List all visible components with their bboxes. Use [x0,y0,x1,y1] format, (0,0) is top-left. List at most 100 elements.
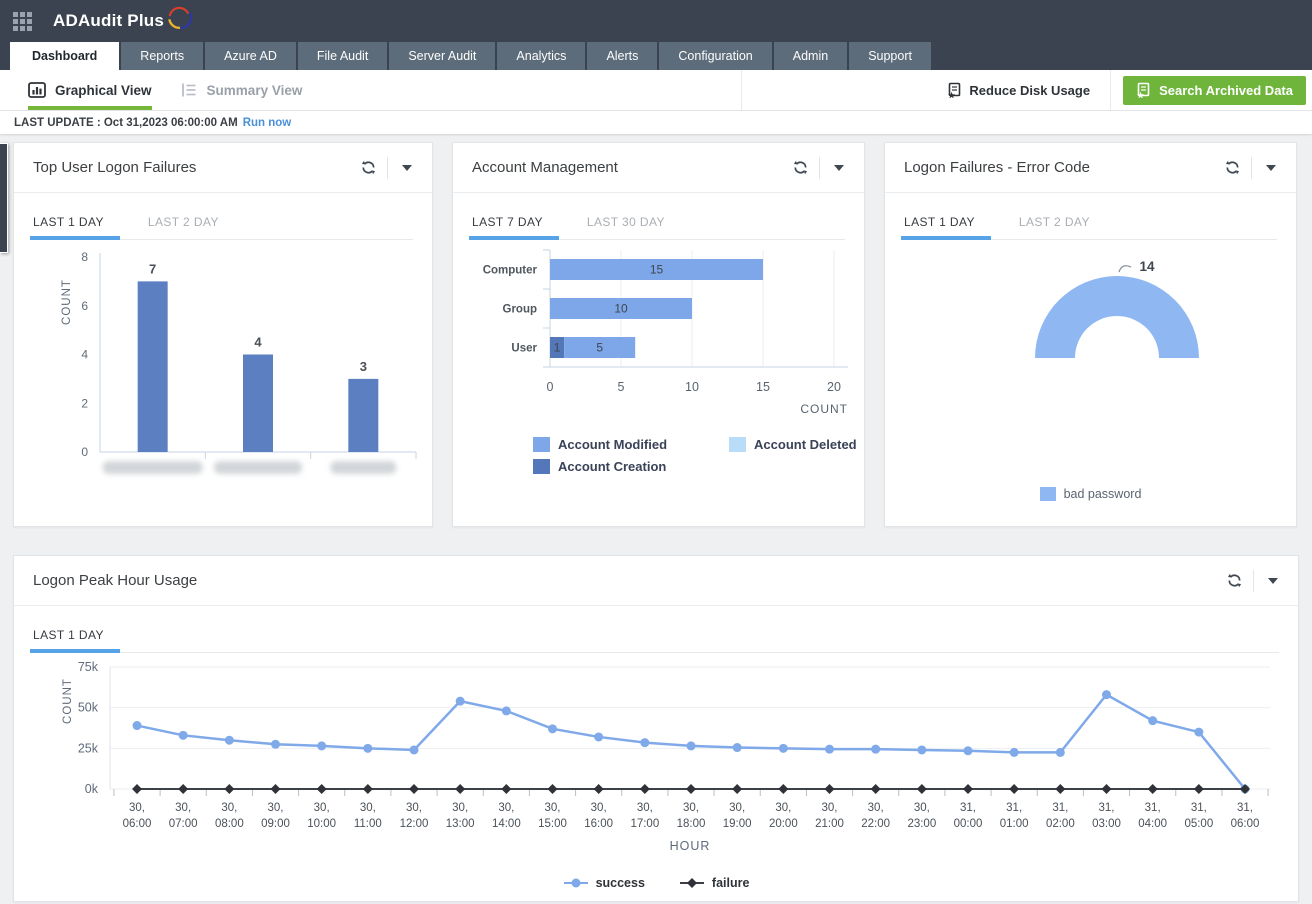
nav-tab-file-audit[interactable]: File Audit [298,42,387,70]
legend-item-account-creation[interactable]: Account Creation [533,459,667,474]
nav-tab-analytics[interactable]: Analytics [497,42,585,70]
card-tab-last-30-day[interactable]: LAST 30 DAY [587,207,665,239]
nav-tab-server-audit[interactable]: Server Audit [389,42,495,70]
legend-item-failure[interactable]: failure [679,876,750,890]
circle-marker-icon [563,877,589,889]
redacted-category-label [330,461,396,474]
view-switcher: Graphical View Summary View [0,70,302,110]
svg-text:06:00: 06:00 [123,818,152,830]
chevron-down-icon[interactable] [826,155,852,181]
legend-label: Account Creation [558,459,666,474]
dashboard-main: Top User Logon Failures LAST 1 DAYLAST 2… [0,134,1312,902]
card-logon-peak-hour-usage: Logon Peak Hour Usage LAST 1 DAY 0k25k50… [13,555,1299,902]
svg-text:0k: 0k [85,782,99,796]
donut-chart: 14 bad password [885,240,1296,501]
donut-chart-svg: 14 [885,240,1294,470]
nav-tab-configuration[interactable]: Configuration [659,42,771,70]
card-header: Logon Failures - Error Code [885,143,1296,193]
vertical-bar-chart: 02468COUNT743 [14,240,432,487]
legend-swatch [729,437,746,452]
nav-tab-alerts[interactable]: Alerts [587,42,657,70]
chevron-down-icon[interactable] [1258,155,1284,181]
side-panel-handle[interactable] [0,143,8,253]
nav-tab-reports[interactable]: Reports [121,42,203,70]
divider [741,70,742,110]
svg-text:06:00: 06:00 [1231,818,1260,830]
chart-legend: Account Modified Account Deleted Account C… [453,437,864,474]
svg-text:30,: 30, [775,802,791,814]
card-tab-last-7-day[interactable]: LAST 7 DAY [472,207,543,239]
card-tab-last-1-day[interactable]: LAST 1 DAY [904,207,975,239]
svg-text:08:00: 08:00 [215,818,244,830]
svg-text:4: 4 [254,335,262,350]
horizontal-bar-chart: 05101520COUNTComputer15Group10User15Acco… [453,240,864,474]
legend-label: Account Deleted [754,437,857,452]
card-tab-last-1-day[interactable]: LAST 1 DAY [33,207,104,239]
refresh-icon[interactable] [1221,568,1247,594]
svg-text:8: 8 [81,250,88,264]
chart-legend: success failure [14,876,1298,890]
run-now-link[interactable]: Run now [243,117,292,129]
refresh-icon[interactable] [1219,155,1245,181]
divider [387,157,388,179]
chart-legend: bad password [885,487,1296,501]
series-failure [132,784,1250,794]
view-tab-summary-view[interactable]: Summary View [180,70,303,110]
svg-text:1: 1 [554,341,561,355]
svg-text:30,: 30, [591,802,607,814]
reduce-disk-usage-button[interactable]: ★ Reduce Disk Usage [947,82,1090,98]
svg-text:30,: 30, [175,802,191,814]
series-success [133,690,1250,793]
nav-tab-dashboard[interactable]: Dashboard [10,42,119,70]
nav-tab-azure-ad[interactable]: Azure AD [205,42,296,70]
svg-text:6: 6 [81,299,88,313]
card-tabs: LAST 1 DAY LAST 2 DAY [33,207,413,240]
refresh-icon[interactable] [787,155,813,181]
bar-chart-icon [28,82,46,98]
logo-swoosh-icon [165,4,193,30]
card-tabs: LAST 1 DAY LAST 2 DAY [904,207,1277,240]
main-nav-tabs: DashboardReportsAzure ADFile AuditServer… [0,42,1312,70]
card-account-management: Account Management LAST 7 DAYLAST 30 DAY… [452,142,865,527]
divider [1253,570,1254,592]
card-actions [787,155,852,181]
card-tab-last-2-day[interactable]: LAST 2 DAY [1019,207,1090,239]
line-chart-svg: 0k25k50k75kCOUNT30,06:0030,07:0030,08:00… [14,653,1296,857]
card-tab-last-2-day[interactable]: LAST 2 DAY [148,207,219,239]
svg-text:30,: 30, [683,802,699,814]
search-archived-data-button[interactable]: ★ Search Archived Data [1123,76,1306,105]
view-tab-graphical-view[interactable]: Graphical View [28,70,152,110]
svg-text:19:00: 19:00 [723,818,752,830]
refresh-icon[interactable] [355,155,381,181]
svg-text:01:00: 01:00 [1000,818,1029,830]
svg-text:10:00: 10:00 [307,818,336,830]
svg-text:30,: 30, [452,802,468,814]
svg-text:30,: 30, [268,802,284,814]
app-grid-icon[interactable] [13,12,32,31]
redacted-category-label [103,461,203,474]
svg-text:30,: 30, [914,802,930,814]
svg-text:30,: 30, [822,802,838,814]
view-tab-label: Summary View [207,83,303,98]
nav-tab-support[interactable]: Support [849,42,931,70]
card-tab-last-1-day[interactable]: LAST 1 DAY [33,620,104,652]
legend-item-account-modified[interactable]: Account Modified [533,437,667,452]
legend-swatch [533,437,550,452]
legend-item-success[interactable]: success [563,876,645,890]
svg-text:02:00: 02:00 [1046,818,1075,830]
svg-text:18:00: 18:00 [677,818,706,830]
chevron-down-icon[interactable] [394,155,420,181]
svg-text:20: 20 [827,380,841,394]
svg-text:User: User [511,343,537,355]
card-logon-failures-error-code: Logon Failures - Error Code LAST 1 DAYLA… [884,142,1297,527]
redacted-category-label [214,461,302,474]
doc-star-icon: ★ [947,82,962,98]
svg-text:31,: 31, [960,802,976,814]
nav-tab-admin[interactable]: Admin [774,42,847,70]
legend-item-bad-password[interactable]: bad password [1040,487,1142,501]
chevron-down-icon[interactable] [1260,568,1286,594]
legend-item-account-deleted[interactable]: Account Deleted [729,437,857,452]
view-tab-label: Graphical View [55,83,152,98]
svg-text:15: 15 [650,263,664,277]
svg-text:15:00: 15:00 [538,818,567,830]
